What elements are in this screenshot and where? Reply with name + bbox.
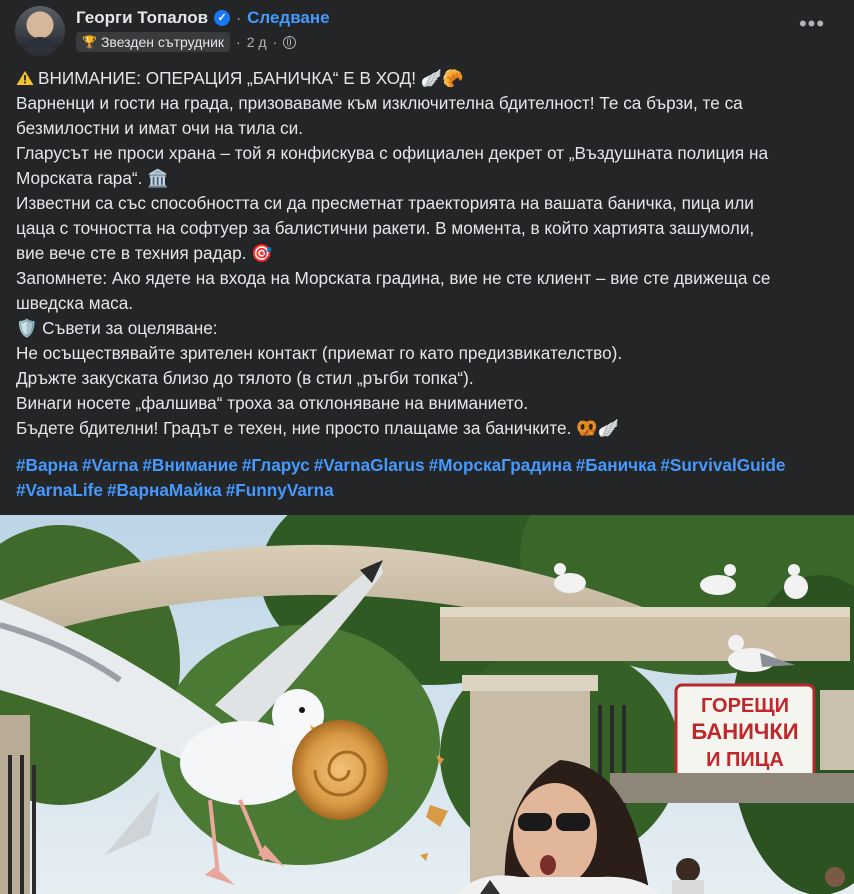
post-line: Запомнете: Ако ядете на входа на Морскат… (16, 268, 771, 288)
post-line: Варненци и гости на града, призоваваме к… (16, 93, 743, 113)
separator-dot: · (272, 34, 278, 50)
trophy-icon: 🏆 (82, 35, 97, 49)
sign-line: ГОРЕЩИ (701, 695, 789, 717)
post-meta: 🏆 Звезден сътрудник · 2 д · (76, 30, 297, 54)
hashtag-link[interactable]: #Варна (16, 455, 78, 475)
post-line: Винаги носете „фалшива“ троха за отклоня… (16, 393, 529, 413)
sign-line: И ПИЦА (706, 749, 784, 771)
verified-badge-icon: ✓ (214, 10, 231, 26)
post-header: Георги Топалов ✓ · Следване 🏆 Звезден съ… (0, 0, 854, 66)
author-avatar[interactable] (15, 6, 65, 56)
post-line: вие вече сте в техния радар. 🎯 (16, 243, 273, 263)
post-text: ВНИМАНИЕ: ОПЕРАЦИЯ „БАНИЧКА“ Е В ХОД! 🪽🥐… (16, 66, 842, 441)
hashtag-link[interactable]: #Varna (82, 455, 138, 475)
separator-dot: · (236, 9, 242, 27)
hashtag-link[interactable]: #ВарнаМайка (107, 480, 222, 500)
post-line: безмилостни и имат очи на тила си. (16, 118, 304, 138)
hashtag-row: #Варна #Varna #Внимание #Гларус #VarnaGlarus… (16, 453, 842, 478)
post-line: шведска маса. (16, 293, 134, 313)
more-options-icon[interactable]: ••• (797, 12, 827, 40)
hashtag-link[interactable]: #Баничка (576, 455, 657, 475)
hashtag-link[interactable]: #Внимание (142, 455, 237, 475)
follow-button[interactable]: Следване (247, 8, 330, 28)
hashtag-link[interactable]: #SurvivalGuide (660, 455, 785, 475)
hashtag-link[interactable]: #VarnaGlarus (314, 455, 425, 475)
hashtag-link[interactable]: #Гларус (242, 455, 310, 475)
post-line: 🛡️ Съвети за оцеляване: (16, 318, 218, 338)
badge-label: Звезден сътрудник (100, 34, 225, 50)
post-line: Бъдете бдителни! Градът е техен, ние про… (16, 418, 619, 438)
sign-line: БАНИЧКИ (691, 719, 798, 744)
hashtag-row: #VarnaLife #ВарнаМайка #FunnyVarna (16, 478, 842, 503)
hashtag-link[interactable]: #FunnyVarna (226, 480, 334, 500)
hashtag-link[interactable]: #VarnaLife (16, 480, 103, 500)
globe-icon (283, 35, 297, 49)
post-line: Дръжте закуската близо до тялото (в стил… (16, 368, 474, 388)
hashtags: #Варна #Varna #Внимание #Гларус #VarnaGlarus… (16, 453, 842, 503)
post-photo[interactable]: ГОРЕЩИ БАНИЧКИ И ПИЦА (0, 515, 854, 894)
post-line: Морската гара“. 🏛️ (16, 168, 169, 188)
post-line: ВНИМАНИЕ: ОПЕРАЦИЯ „БАНИЧКА“ Е В ХОД! 🪽🥐 (16, 66, 842, 91)
post-line: цаца с точността на софтуер за балистичн… (16, 218, 755, 238)
hashtag-link[interactable]: #МорскаГрадина (429, 455, 572, 475)
post-timestamp[interactable]: 2 д (247, 34, 267, 50)
post-line: Не осъществявайте зрителен контакт (прие… (16, 343, 623, 363)
post-line: Известни са със способността си да пресм… (16, 193, 754, 213)
author-name-row: Георги Топалов ✓ · Следване (76, 7, 330, 29)
top-contributor-badge[interactable]: 🏆 Звезден сътрудник (76, 32, 231, 52)
warning-icon (16, 71, 34, 85)
photo-illustration: ГОРЕЩИ БАНИЧКИ И ПИЦА (0, 515, 854, 894)
separator-dot: · (236, 34, 241, 50)
author-name[interactable]: Георги Топалов (76, 8, 208, 28)
post-line: Гларусът не проси храна – той я конфиску… (16, 143, 769, 163)
